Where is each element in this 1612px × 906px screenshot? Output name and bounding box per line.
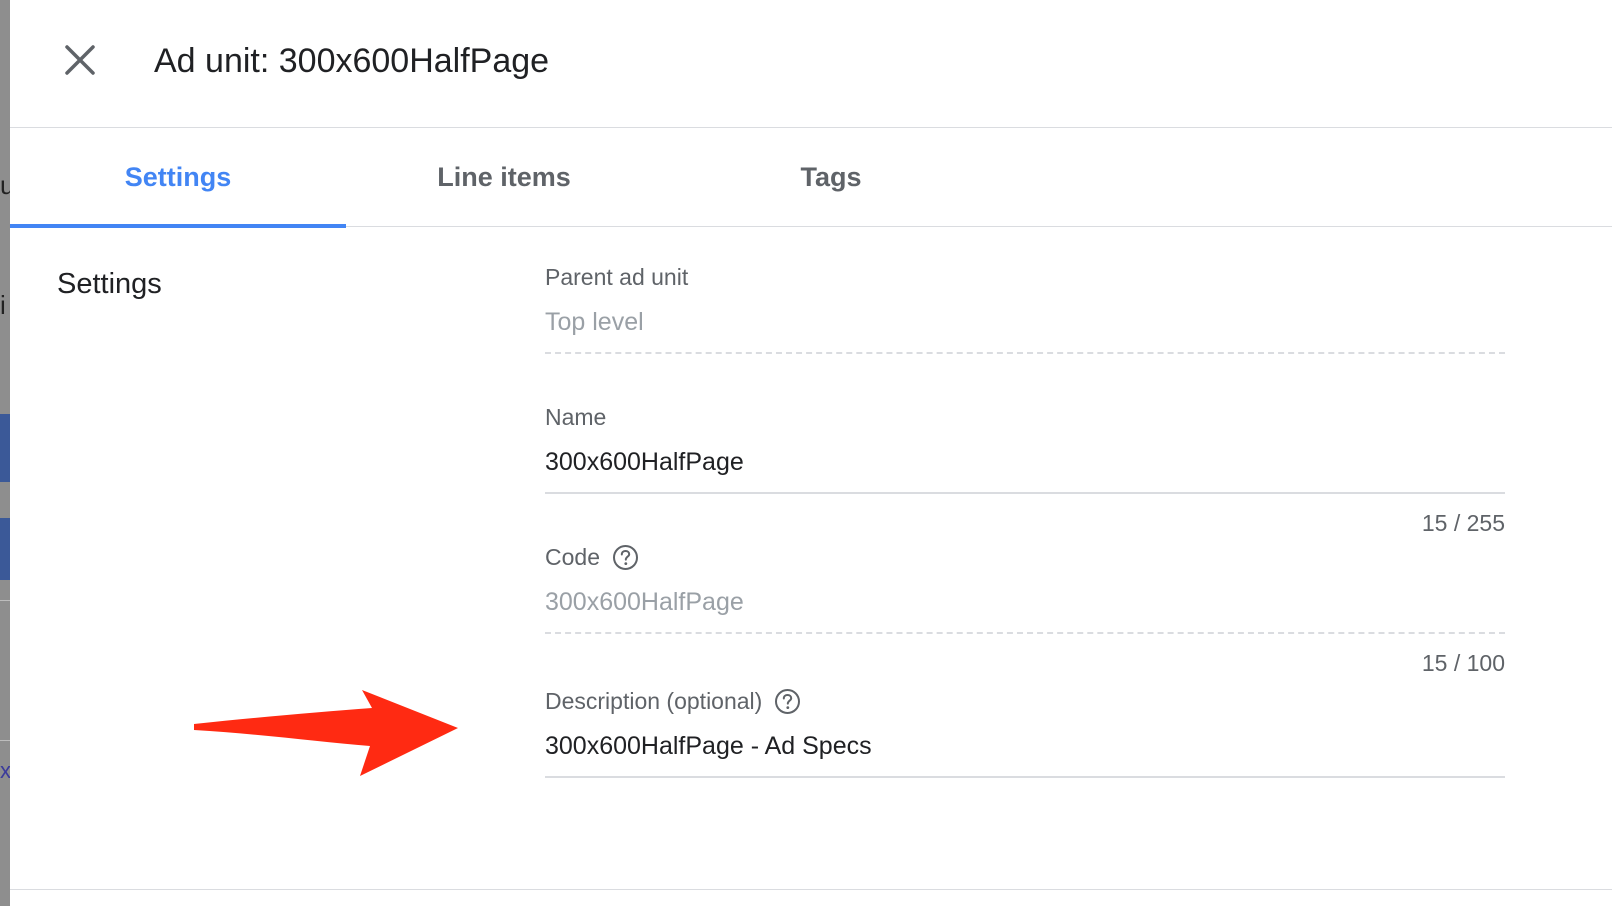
background-rule [0,600,10,601]
background-block [0,414,10,482]
ad-unit-panel: Ad unit: 300x600HalfPage Settings Line i… [10,0,1612,906]
code-field: Code 300x600HalfPage 15 / 100 [545,542,1505,676]
background-page-edge: u i x [0,0,10,906]
close-icon [65,45,95,75]
name-char-counter: 15 / 255 [1421,510,1505,536]
field-underline [545,352,1505,354]
code-label: Code [545,543,600,570]
parent-ad-unit-label: Parent ad unit [545,263,689,290]
field-underline [545,776,1505,778]
annotation-arrow-icon [194,690,458,776]
description-input[interactable]: 300x600HalfPage - Ad Specs [545,730,1505,762]
tab-line-items[interactable]: Line items [336,128,672,227]
parent-ad-unit-field: Parent ad unit Top level [545,262,1505,354]
parent-ad-unit-value: Top level [545,308,644,336]
field-underline [545,492,1505,494]
tab-tags[interactable]: Tags [663,128,999,227]
background-block [0,518,10,580]
background-glyph: i [0,290,6,320]
panel-header: Ad unit: 300x600HalfPage [10,0,1612,128]
help-circle-icon[interactable] [774,688,801,715]
page-title: Ad unit: 300x600HalfPage [154,42,550,80]
name-label: Name [545,403,607,430]
background-glyph: x [0,758,10,783]
section-title: Settings [57,268,162,300]
field-underline [545,632,1505,634]
tab-bar: Settings Line items Tags [10,128,1612,228]
name-input[interactable]: 300x600HalfPage [545,446,1505,478]
code-value: 300x600HalfPage [545,588,744,616]
close-button[interactable] [60,40,100,80]
description-label-row: Description (optional) [545,686,1505,716]
code-label-row: Code [545,542,1505,572]
help-circle-icon[interactable] [612,544,639,571]
tab-settings[interactable]: Settings [10,128,346,228]
description-label: Description (optional) [545,687,763,714]
background-glyph: u [0,170,10,200]
description-field[interactable]: Description (optional) 300x600HalfPage -… [545,686,1505,778]
footer-divider [10,889,1612,890]
name-field[interactable]: Name 300x600HalfPage 15 / 255 [545,402,1505,536]
background-rule [0,740,10,741]
code-char-counter: 15 / 100 [1421,650,1505,676]
